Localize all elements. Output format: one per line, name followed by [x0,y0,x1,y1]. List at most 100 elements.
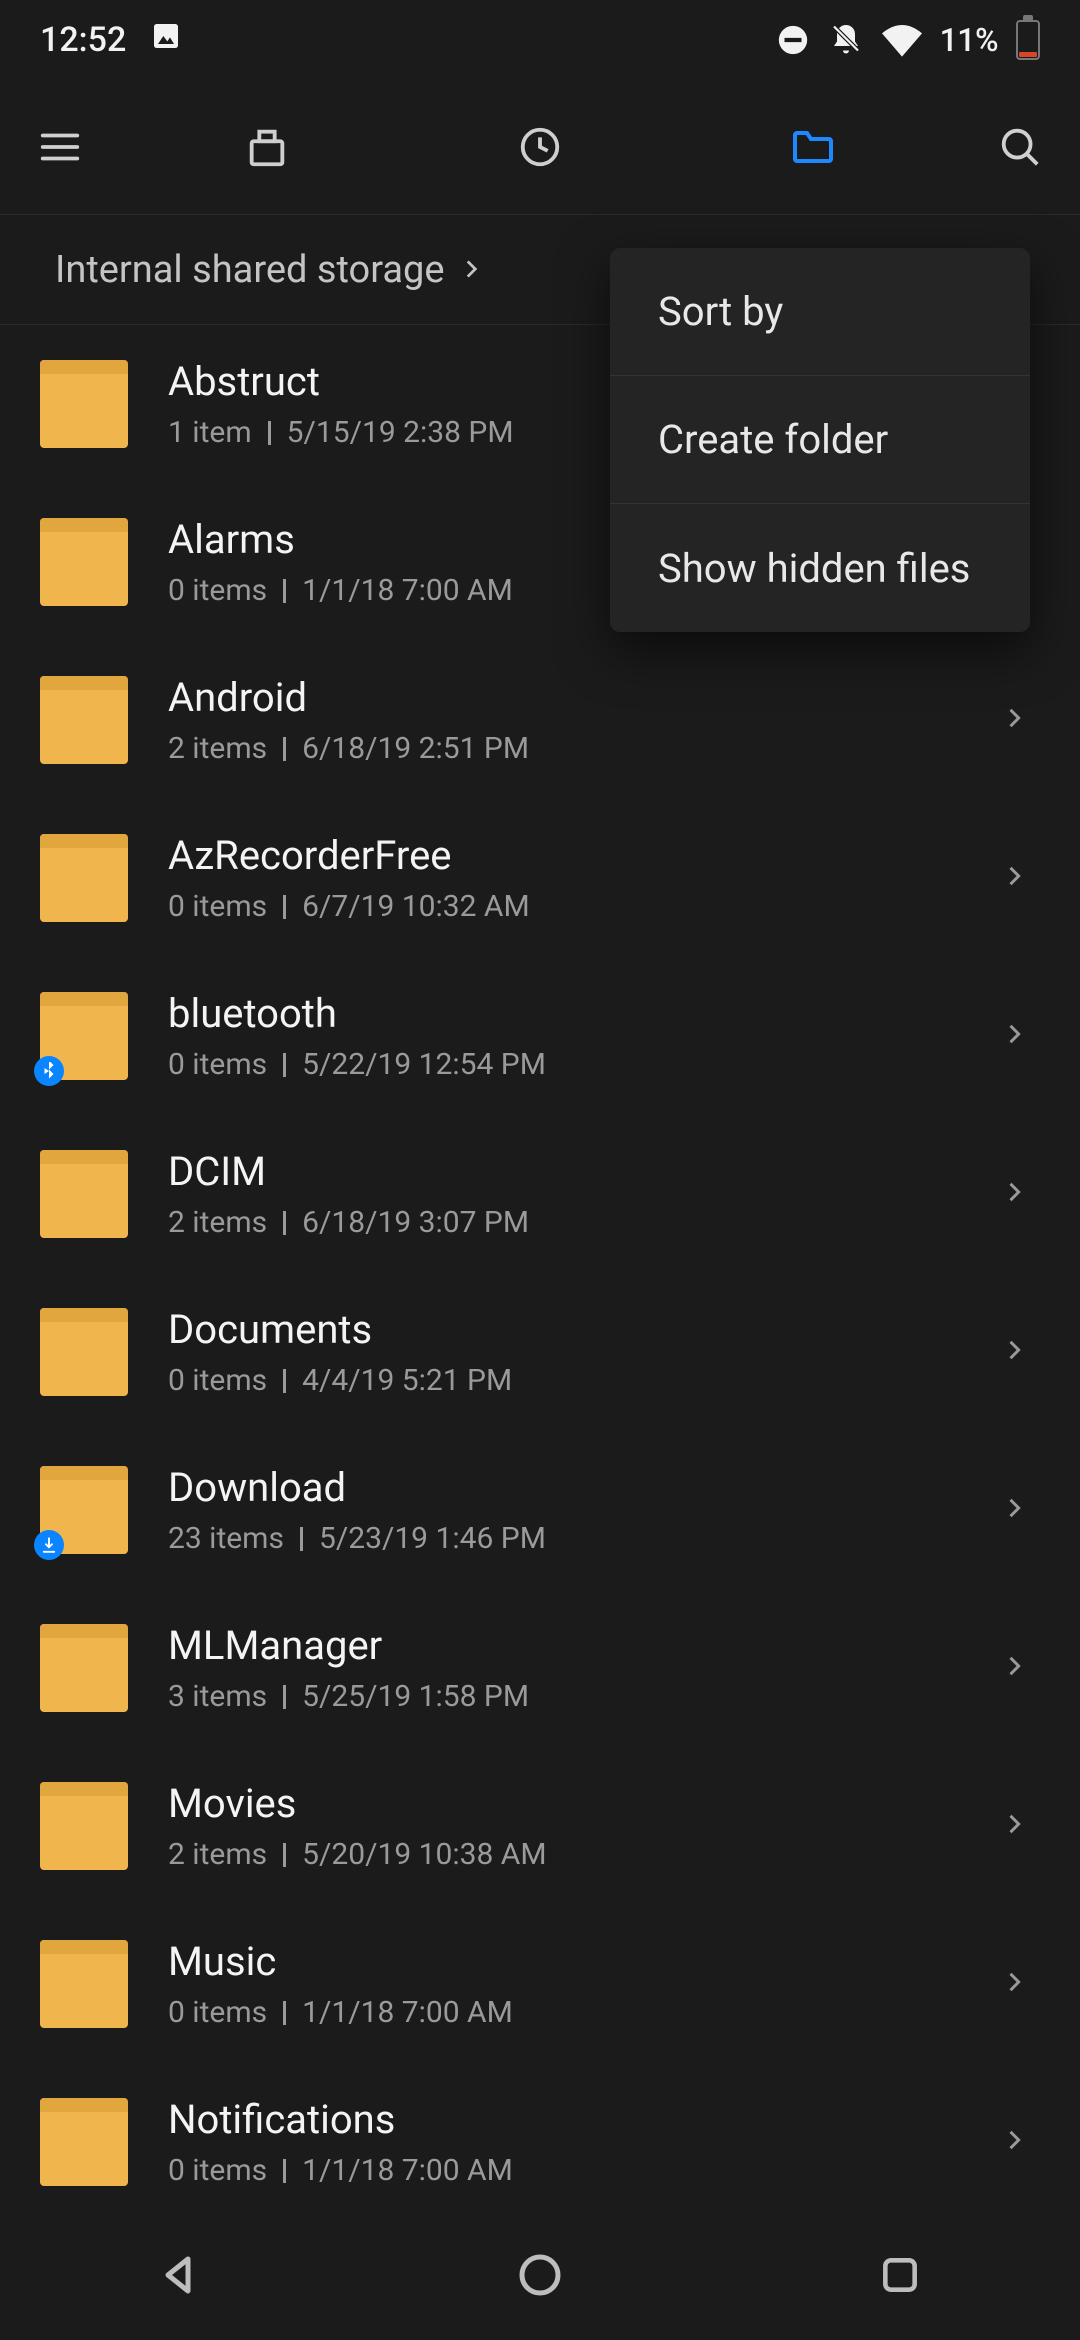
folder-count: 0 items [168,573,267,608]
folder-count: 1 item [168,415,252,450]
separator [283,579,286,603]
folder-count: 0 items [168,1995,267,2030]
folder-meta: 2 items6/18/19 2:51 PM [168,731,960,766]
tab-storage[interactable] [237,117,297,177]
separator [283,895,286,919]
folder-row[interactable]: MLManager 3 items 5/25/19 1:58 PM [0,1589,1080,1747]
menu-item-label: Create folder [658,416,888,463]
download-badge-icon [34,1530,64,1560]
nav-home-button[interactable] [505,2240,575,2310]
mute-icon [828,22,864,58]
tab-recent[interactable] [510,117,570,177]
chevron-right-icon [1000,1020,1040,1052]
battery-icon [1016,20,1040,60]
folder-count: 3 items [168,1679,267,1714]
folder-meta: 3 items 5/25/19 1:58 PM [168,1679,960,1714]
menu-button[interactable] [30,117,90,177]
bluetooth-badge-icon [34,1056,64,1086]
separator [283,1053,286,1077]
folder-date: 1/1/18 7:00 AM [302,573,513,608]
folder-icon [40,1466,128,1554]
chevron-right-icon [1000,1336,1040,1368]
app-bar [0,80,1080,215]
folder-meta: 0 items6/7/19 10:32 AM [168,889,960,924]
folder-name: Android [168,674,960,721]
folder-icon [40,1940,128,2028]
menu-sort-by[interactable]: Sort by [610,248,1030,376]
menu-show-hidden[interactable]: Show hidden files [610,504,1030,632]
folder-name: Notifications [168,2096,960,2143]
folder-row[interactable]: Documents 0 items 4/4/19 5:21 PM [0,1273,1080,1431]
folder-icon [40,1150,128,1238]
folder-name: bluetooth [168,990,960,1037]
folder-date: 1/1/18 7:00 AM [302,1995,513,2030]
picture-icon [150,20,182,61]
separator [283,737,286,761]
menu-item-label: Sort by [658,288,783,335]
status-bar: 12:52 11% [0,0,1080,80]
system-nav-bar [0,2210,1080,2340]
separator [283,1843,286,1867]
folder-icon [40,360,128,448]
folder-date: 4/4/19 5:21 PM [302,1363,512,1398]
folder-row[interactable]: Notifications 0 items1/1/18 7:00 AM [0,2063,1080,2221]
menu-item-label: Show hidden files [658,545,970,592]
folder-meta: 0 items1/1/18 7:00 AM [168,2153,960,2188]
separator [283,2159,286,2183]
folder-meta: 0 items 4/4/19 5:21 PM [168,1363,960,1398]
folder-icon [40,834,128,922]
folder-date: 5/20/19 10:38 AM [302,1837,546,1872]
folder-date: 6/18/19 2:51 PM [302,731,529,766]
chevron-right-icon [1000,2126,1040,2158]
chevron-right-icon [1000,862,1040,894]
folder-name: AzRecorderFree [168,832,960,879]
folder-row[interactable]: Movies 2 items5/20/19 10:38 AM [0,1747,1080,1905]
folder-date: 5/15/19 2:38 PM [287,415,514,450]
folder-icon [40,1308,128,1396]
separator [300,1527,303,1551]
folder-name: MLManager [168,1622,960,1669]
folder-name: Movies [168,1780,960,1827]
folder-row[interactable]: Download 23 items 5/23/19 1:46 PM [0,1431,1080,1589]
breadcrumb-label: Internal shared storage [55,248,444,292]
folder-row[interactable]: AzRecorderFree 0 items6/7/19 10:32 AM [0,799,1080,957]
folder-row[interactable]: DCIM2 items6/18/19 3:07 PM [0,1115,1080,1273]
menu-create-folder[interactable]: Create folder [610,376,1030,504]
chevron-right-icon [1000,1178,1040,1210]
folder-date: 1/1/18 7:00 AM [302,2153,513,2188]
folder-count: 0 items [168,889,267,924]
folder-icon [40,518,128,606]
chevron-right-icon [1000,1494,1040,1526]
nav-recents-button[interactable] [865,2240,935,2310]
separator [283,1211,286,1235]
folder-icon [40,992,128,1080]
folder-name: Download [168,1464,960,1511]
folder-meta: 2 items5/20/19 10:38 AM [168,1837,960,1872]
folder-name: Documents [168,1306,960,1353]
folder-count: 0 items [168,1363,267,1398]
search-button[interactable] [990,117,1050,177]
folder-date: 5/25/19 1:58 PM [302,1679,529,1714]
folder-count: 2 items [168,1205,267,1240]
folder-date: 6/18/19 3:07 PM [302,1205,529,1240]
chevron-right-icon [1000,1968,1040,2000]
folder-name: Music [168,1938,960,1985]
folder-row[interactable]: Android 2 items6/18/19 2:51 PM [0,641,1080,799]
separator [283,1369,286,1393]
folder-icon [40,1782,128,1870]
tab-folders[interactable] [783,117,843,177]
folder-count: 23 items [168,1521,284,1556]
folder-icon [40,2098,128,2186]
folder-row[interactable]: Music 0 items 1/1/18 7:00 AM [0,1905,1080,2063]
chevron-right-icon [1000,1652,1040,1684]
folder-icon [40,1624,128,1712]
folder-row[interactable]: bluetooth 0 items5/22/19 12:54 PM [0,957,1080,1115]
folder-icon [40,676,128,764]
folder-meta: 0 items5/22/19 12:54 PM [168,1047,960,1082]
folder-count: 0 items [168,1047,267,1082]
folder-date: 5/23/19 1:46 PM [319,1521,546,1556]
chevron-right-icon [458,248,484,292]
nav-back-button[interactable] [145,2240,215,2310]
chevron-right-icon [1000,1810,1040,1842]
folder-meta: 2 items 6/18/19 3:07 PM [168,1205,960,1240]
